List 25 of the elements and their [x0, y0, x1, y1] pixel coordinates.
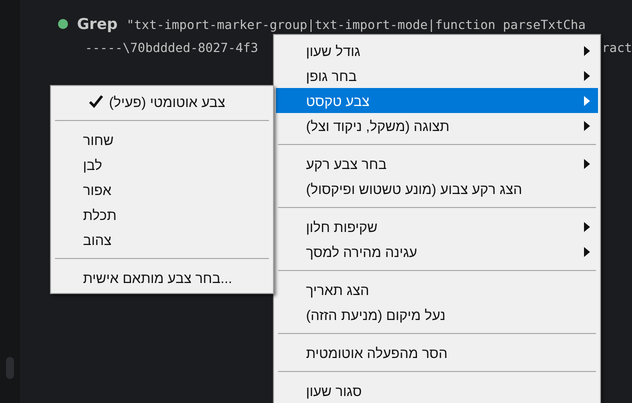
- menu-item[interactable]: צבע טקסט: [276, 88, 598, 113]
- menu-item[interactable]: בחר גופן: [276, 63, 598, 88]
- file-path: -----\70bddded-8027-4f3: [85, 40, 258, 55]
- file-path: ract: [602, 40, 632, 55]
- menu-item[interactable]: אפור: [53, 177, 271, 202]
- menu-item[interactable]: בחר צבע רקע: [276, 151, 598, 176]
- menu-item[interactable]: תצוגה (משקל, ניקוד וצל): [276, 113, 598, 138]
- menu-item[interactable]: הסר מהפעלה אוטומטית: [276, 340, 598, 365]
- grep-query: "txt-import-marker-group|txt-import-mode|function parseTxtCha: [126, 16, 586, 32]
- menu-item[interactable]: ...בחר צבע מותאם אישית: [53, 265, 271, 290]
- menu-item[interactable]: גודל שעון: [276, 38, 598, 63]
- menu-item[interactable]: שקיפות חלון: [276, 214, 598, 239]
- menu-item[interactable]: שחור: [53, 127, 271, 152]
- menu-item[interactable]: סגור שעון: [276, 378, 598, 403]
- tool-name: Grep: [77, 16, 118, 32]
- menu-item[interactable]: הצג רקע צבוע (מונע טשטוש ופיקסול): [276, 176, 598, 201]
- menu-item[interactable]: לבן: [53, 152, 271, 177]
- status-dot: [58, 19, 68, 29]
- menu-item[interactable]: עגינה מהירה למסך: [276, 239, 598, 264]
- menu-item[interactable]: הצג תאריך: [276, 277, 598, 302]
- scrollbar-thumb[interactable]: [6, 357, 14, 379]
- menu-item[interactable]: תכלת: [53, 202, 271, 227]
- menu-item[interactable]: צבע אוטומטי (פעיל): [53, 89, 271, 114]
- menu-item[interactable]: נעל מיקום (מניעת הזזה): [276, 302, 598, 327]
- menu-item[interactable]: צהוב: [53, 227, 271, 252]
